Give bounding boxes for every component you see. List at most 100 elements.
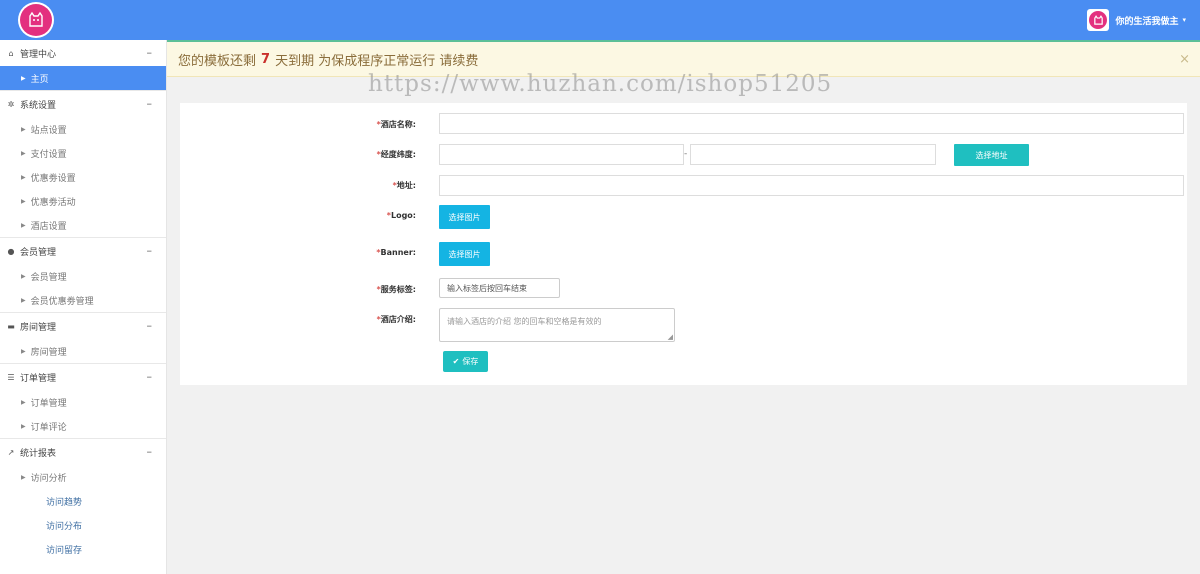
caret-right-icon: ▶	[21, 197, 26, 205]
service-tags-label: *服务标签:	[376, 285, 416, 294]
sidebar-item-label: 站点设置	[30, 125, 67, 136]
caret-right-icon: ▶	[21, 173, 26, 181]
sidebar-item-label: 订单评论	[30, 422, 67, 433]
list-icon: ☰	[7, 372, 15, 382]
sidebar-group-header[interactable]: ▬ 房间管理 –	[0, 313, 166, 339]
bed-icon: ▬	[7, 321, 15, 331]
sidebar-subitem-visit-trend[interactable]: 访问趋势	[0, 489, 166, 513]
intro-placeholder: 请输入酒店的介绍 您的回车和空格是有效的	[447, 317, 602, 326]
banner-label: *Banner:	[376, 248, 416, 257]
address-label: *地址:	[392, 181, 416, 190]
sidebar-item-label: 优惠劵设置	[30, 173, 76, 184]
sidebar-subitem-visit-retention[interactable]: 访问留存	[0, 537, 166, 561]
sidebar-group-header[interactable]: ☰ 订单管理 –	[0, 364, 166, 390]
caret-right-icon: ▶	[21, 347, 26, 355]
home-icon: ⌂	[8, 48, 14, 58]
sidebar-item-hotel-settings[interactable]: ▶ 酒店设置	[0, 213, 166, 237]
top-navbar: 你的生活我做主 ▾	[0, 0, 1200, 40]
cat-logo-icon	[20, 4, 52, 36]
sidebar-group-rooms: ▬ 房间管理 – ▶ 房间管理	[0, 313, 166, 364]
sidebar-item-order-management[interactable]: ▶ 订单管理	[0, 390, 166, 414]
sidebar-group-label: 订单管理	[20, 373, 57, 384]
intro-label: *酒店介绍:	[376, 315, 416, 324]
sidebar-group-admin: ⌂ 管理中心 – ▶ 主页	[0, 40, 166, 91]
caret-right-icon: ▶	[21, 149, 26, 157]
sidebar-item-member-management[interactable]: ▶ 会员管理	[0, 264, 166, 288]
caret-right-icon: ▶	[21, 125, 26, 133]
sidebar-item-visit-analysis[interactable]: ▶ 访问分析	[0, 465, 166, 489]
sidebar-item-label: 支付设置	[30, 149, 67, 160]
hotel-name-input[interactable]	[439, 113, 1184, 134]
sidebar-item-payment-settings[interactable]: ▶ 支付设置	[0, 141, 166, 165]
collapse-icon[interactable]: –	[147, 370, 153, 383]
intro-textarea[interactable]: 请输入酒店的介绍 您的回车和空格是有效的 ◢	[439, 308, 675, 342]
collapse-icon[interactable]: –	[147, 97, 153, 110]
caret-right-icon: ▶	[21, 221, 26, 229]
longitude-input[interactable]	[439, 144, 684, 165]
caret-right-icon: ▶	[21, 74, 26, 82]
watermark-text: https://www.huzhan.com/ishop51205	[368, 71, 833, 97]
user-name: 你的生活我做主	[1115, 16, 1179, 27]
collapse-icon[interactable]: –	[147, 319, 153, 332]
latlng-separator: -	[684, 149, 688, 159]
caret-right-icon: ▶	[21, 398, 26, 406]
caret-right-icon: ▶	[21, 296, 26, 304]
sidebar-group-reports: ↗ 统计报表 – ▶ 访问分析 访问趋势 访问分布 访问留存	[0, 439, 166, 561]
sidebar-group-label: 系统设置	[20, 100, 57, 111]
sidebar-item-room-management[interactable]: ▶ 房间管理	[0, 339, 166, 363]
sidebar-item-label: 会员优惠劵管理	[30, 296, 94, 307]
collapse-icon[interactable]: –	[147, 46, 153, 59]
select-banner-button[interactable]: 选择图片	[439, 242, 490, 266]
select-address-button[interactable]: 选择地址	[954, 144, 1029, 166]
caret-down-icon: ▶	[21, 473, 26, 481]
collapse-icon[interactable]: –	[147, 445, 153, 458]
line-chart-icon: ↗	[7, 447, 15, 457]
sidebar-group-label: 房间管理	[20, 322, 57, 333]
resize-handle-icon[interactable]: ◢	[668, 333, 673, 341]
alert-days: 7	[261, 51, 271, 67]
gear-icon: ✲	[7, 99, 15, 109]
address-input[interactable]	[439, 175, 1184, 196]
alert-prefix: 您的模板还剩	[178, 53, 257, 69]
sidebar: ⌂ 管理中心 – ▶ 主页 ✲ 系统设置 – ▶ 站点设置 ▶ 支付设置 ▶ 优惠劵设…	[0, 40, 167, 574]
sidebar-item-label: 会员管理	[30, 272, 67, 283]
app-logo[interactable]	[18, 2, 54, 38]
check-icon: ✔	[452, 357, 460, 366]
sidebar-item-coupon-activity[interactable]: ▶ 优惠劵活动	[0, 189, 166, 213]
alert-suffix: 天到期 为保成程序正常运行 请续费	[275, 53, 479, 69]
sidebar-group-label: 会员管理	[20, 247, 57, 258]
sidebar-item-member-coupons[interactable]: ▶ 会员优惠劵管理	[0, 288, 166, 312]
save-button[interactable]: ✔ 保存	[443, 351, 488, 372]
sidebar-item-label: 主页	[30, 74, 49, 85]
user-menu[interactable]: 你的生活我做主 ▾	[1087, 9, 1186, 31]
caret-down-icon: ▾	[1182, 16, 1186, 24]
sidebar-item-label: 访问分析	[30, 473, 67, 484]
sidebar-item-home[interactable]: ▶ 主页	[0, 66, 166, 90]
sidebar-group-label: 统计报表	[20, 448, 57, 459]
sidebar-item-label: 房间管理	[30, 347, 67, 358]
select-logo-button[interactable]: 选择图片	[439, 205, 490, 229]
latitude-input[interactable]	[690, 144, 936, 165]
sidebar-item-order-comments[interactable]: ▶ 订单评论	[0, 414, 166, 438]
sidebar-item-label: 酒店设置	[30, 221, 67, 232]
sidebar-subitem-visit-distribution[interactable]: 访问分布	[0, 513, 166, 537]
sidebar-item-label: 订单管理	[30, 398, 67, 409]
sidebar-group-orders: ☰ 订单管理 – ▶ 订单管理 ▶ 订单评论	[0, 364, 166, 439]
cat-avatar-icon	[1089, 11, 1108, 29]
hotel-name-label: *酒店名称:	[376, 120, 416, 129]
close-icon[interactable]: ×	[1179, 52, 1190, 67]
sidebar-group-header[interactable]: ✲ 系统设置 –	[0, 91, 166, 117]
sidebar-item-coupon-settings[interactable]: ▶ 优惠劵设置	[0, 165, 166, 189]
collapse-icon[interactable]: –	[147, 244, 153, 257]
sidebar-group-header[interactable]: ↗ 统计报表 –	[0, 439, 166, 465]
latlng-label: *经度纬度:	[376, 150, 416, 159]
sidebar-group-header[interactable]: ⌂ 管理中心 –	[0, 40, 166, 66]
service-tags-input[interactable]: 输入标签后按回车结束	[439, 278, 560, 298]
caret-right-icon: ▶	[21, 422, 26, 430]
user-icon: ●	[7, 246, 15, 256]
sidebar-group-system: ✲ 系统设置 – ▶ 站点设置 ▶ 支付设置 ▶ 优惠劵设置 ▶ 优惠劵活动 ▶ 酒店设置	[0, 91, 166, 238]
sidebar-group-header[interactable]: ● 会员管理 –	[0, 238, 166, 264]
sidebar-item-site-settings[interactable]: ▶ 站点设置	[0, 117, 166, 141]
logo-label: *Logo:	[386, 211, 416, 220]
sidebar-item-label: 优惠劵活动	[30, 197, 76, 208]
